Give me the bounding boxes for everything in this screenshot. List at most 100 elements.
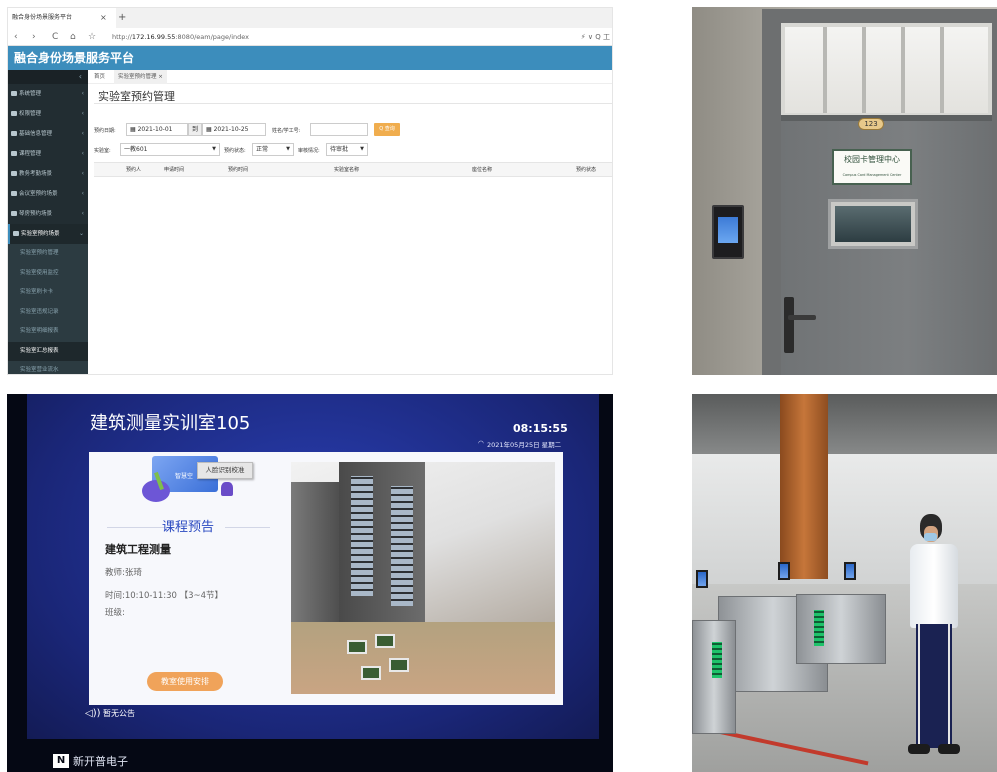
date-to-value: 2021-10-25 bbox=[213, 126, 249, 133]
url-field[interactable]: http://172.16.99.55:8080/eam/page/index bbox=[112, 28, 249, 46]
review-label: 审核情况: bbox=[298, 148, 320, 154]
sidebar-subitem[interactable]: 实验室汇总报表 bbox=[8, 341, 88, 361]
chevron-left-icon: ‹ bbox=[81, 170, 84, 177]
status-value: 正常 bbox=[256, 146, 269, 153]
sidebar-item-label: 实验室预约场景 bbox=[21, 231, 60, 237]
sidebar-item-label: 课程管理 bbox=[19, 151, 42, 157]
column-header[interactable]: 座位名称 bbox=[472, 163, 492, 178]
turnstile-hall-photo bbox=[692, 394, 997, 772]
tab-home[interactable]: 首页 bbox=[94, 70, 105, 84]
gate-indicator bbox=[814, 610, 824, 646]
bookmark-star-icon[interactable]: ☆ bbox=[88, 28, 96, 46]
app-title: 融合身份场景服务平台 bbox=[14, 51, 135, 65]
terminal-screen bbox=[718, 217, 738, 243]
shoe bbox=[938, 744, 960, 754]
student-jacket bbox=[910, 544, 958, 628]
review-select[interactable]: 待审批 ▼ bbox=[326, 143, 368, 156]
tab-lab-reservation[interactable]: 实验室预约管理 × bbox=[114, 70, 167, 84]
sidebar-item-label: 基础信息管理 bbox=[19, 131, 53, 137]
classroom-schedule-button[interactable]: 教室使用安排 bbox=[147, 672, 223, 691]
column-header[interactable]: 预约状态 bbox=[576, 163, 596, 178]
sidebar-item-piano[interactable]: 琴房预约场景 ‹ bbox=[8, 204, 88, 224]
sidebar-subitem[interactable]: 实验室明细报表 bbox=[8, 322, 88, 342]
face-recognition-terminal bbox=[712, 205, 744, 259]
column-header[interactable]: 申请时间 bbox=[164, 163, 184, 178]
address-tools[interactable]: ⚡ ∨ Q 工 bbox=[581, 28, 610, 46]
back-icon[interactable]: ‹ bbox=[14, 28, 18, 46]
heading-divider bbox=[225, 527, 270, 528]
window-mullion bbox=[823, 27, 827, 113]
teacher: 教师:张琦 bbox=[105, 568, 142, 578]
chevron-left-icon: ‹ bbox=[81, 90, 84, 97]
sidebar-item-system[interactable]: 系统管理 ‹ bbox=[8, 84, 88, 104]
door-handle bbox=[788, 315, 816, 320]
forward-icon[interactable]: › bbox=[32, 28, 36, 46]
date-from-field[interactable]: ▦ 2021-10-01 bbox=[126, 123, 188, 136]
sidebar-toggle-icon[interactable]: ‹ bbox=[8, 70, 88, 84]
brand-logo-icon: N bbox=[53, 754, 69, 768]
name-label: 姓名/学工号: bbox=[272, 128, 301, 134]
sidebar-subitem[interactable]: 实验室刷卡卡 bbox=[8, 283, 88, 303]
sidebar-item-basic-info[interactable]: 基础信息管理 ‹ bbox=[8, 124, 88, 144]
room-number-plate: 123 bbox=[858, 118, 884, 130]
dropdown-arrow-icon: ▼ bbox=[212, 146, 216, 152]
date-label: 预约日期: bbox=[94, 128, 116, 134]
browser-tab[interactable]: 融合身份场景服务平台 × bbox=[8, 8, 116, 28]
pants-stripe bbox=[948, 624, 950, 744]
turnstile-gate bbox=[796, 594, 886, 664]
name-input[interactable] bbox=[310, 123, 368, 136]
reload-icon[interactable]: C bbox=[52, 28, 58, 46]
chevron-left-icon: ‹ bbox=[81, 190, 84, 197]
gate-screen bbox=[778, 562, 790, 580]
date-to-field[interactable]: ▦ 2021-10-25 bbox=[202, 123, 266, 136]
window-mullion bbox=[940, 27, 944, 113]
sidebar-item-attendance[interactable]: 教务考勤场景 ‹ bbox=[8, 164, 88, 184]
building-windows bbox=[391, 486, 413, 606]
review-value: 待审批 bbox=[330, 146, 349, 153]
people-icon bbox=[11, 191, 17, 196]
home-icon[interactable]: ⌂ bbox=[70, 28, 76, 46]
heading-divider bbox=[107, 527, 165, 528]
sidebar-subitem[interactable]: 实验室使用监控 bbox=[8, 263, 88, 283]
speaker-icon: ◁)) bbox=[85, 708, 101, 719]
column-header[interactable]: 预约人 bbox=[126, 163, 141, 178]
chevron-down-icon: ⌄ bbox=[78, 230, 84, 237]
wifi-icon: ◠ bbox=[478, 439, 484, 447]
door-lock bbox=[784, 297, 794, 353]
office-door-photo: 123 校园卡管理中心 Campus Card Management Cente… bbox=[692, 7, 997, 375]
main-content: 首页 实验室预约管理 × 实验室预约管理 预约日期: ▦ 2021-10-01 … bbox=[88, 70, 612, 374]
status-select[interactable]: 正常 ▼ bbox=[252, 143, 294, 156]
info-icon bbox=[11, 131, 17, 136]
search-button[interactable]: Q 查询 bbox=[374, 123, 400, 136]
door-window bbox=[828, 199, 918, 249]
lab-select[interactable]: 一教601 ▼ bbox=[120, 143, 220, 156]
planter bbox=[361, 666, 381, 680]
sidebar-subitem[interactable]: 实验室预约管理 bbox=[8, 244, 88, 264]
sidebar-item-permission[interactable]: 权限管理 ‹ bbox=[8, 104, 88, 124]
date-from-value: 2021-10-01 bbox=[137, 126, 173, 133]
tab-close-icon[interactable]: × bbox=[100, 8, 107, 28]
piano-icon bbox=[11, 211, 17, 216]
chevron-left-icon: ‹ bbox=[81, 110, 84, 117]
sidebar-item-meeting[interactable]: 会议室预约场景 ‹ bbox=[8, 184, 88, 204]
person-icon bbox=[221, 482, 233, 496]
column-header[interactable]: 实验室名称 bbox=[334, 163, 359, 178]
terrace bbox=[291, 622, 555, 694]
column-header[interactable]: 预约时间 bbox=[228, 163, 248, 178]
chevron-left-icon: ‹ bbox=[81, 150, 84, 157]
sidebar-item-course[interactable]: 课程管理 ‹ bbox=[8, 144, 88, 164]
status-label: 预约状态: bbox=[224, 148, 246, 154]
sidebar-subitem[interactable]: 实验室营业流水 bbox=[8, 361, 88, 374]
address-bar: ‹ › C ⌂ ☆ http://172.16.99.55:8080/eam/p… bbox=[8, 28, 612, 46]
gate-indicator bbox=[712, 642, 722, 678]
window-mullion bbox=[862, 27, 866, 113]
building-windows bbox=[351, 476, 373, 596]
table-header: 预约人 申请时间 预约时间 实验室名称 座位名称 预约状态 bbox=[94, 162, 612, 178]
class: 班级: bbox=[105, 608, 125, 618]
wooden-pillar bbox=[780, 394, 828, 579]
notice: 暂无公告 bbox=[103, 709, 135, 718]
sidebar-subitem[interactable]: 实验室违规记录 bbox=[8, 302, 88, 322]
planter bbox=[389, 658, 409, 672]
new-tab-icon[interactable]: + bbox=[118, 8, 126, 28]
sidebar-item-lab[interactable]: 实验室预约场景 ⌄ bbox=[8, 224, 88, 244]
